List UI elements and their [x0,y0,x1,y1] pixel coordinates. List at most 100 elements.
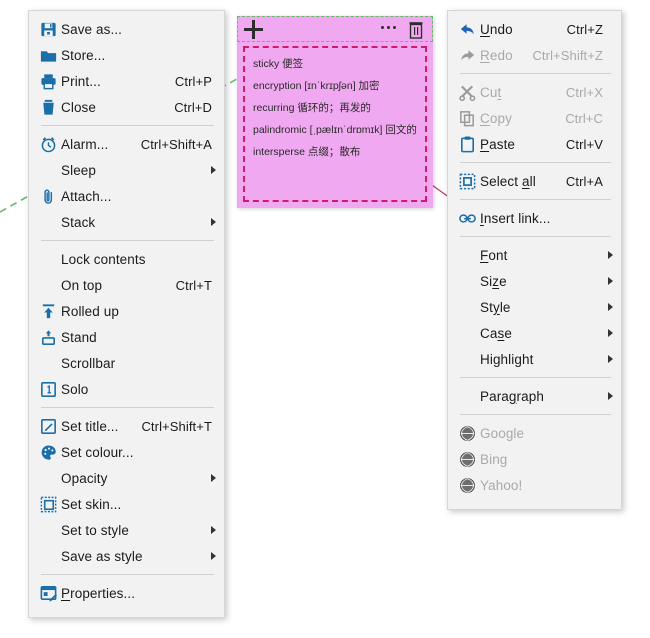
sticky-note-line: sticky 便签 [253,58,304,70]
menu-item-set-colour[interactable]: Set colour... [29,439,224,465]
palette-icon [35,441,61,463]
menu-item-scrollbar[interactable]: Scrollbar [29,350,224,376]
menu-separator [460,73,611,74]
chevron-right-icon [211,552,216,560]
menu-item-size[interactable]: Size [448,268,621,294]
menu-item-save-as-style[interactable]: Save as style [29,543,224,569]
menu-item-label: Set skin... [61,496,122,512]
menu-item-label: Rolled up [61,303,119,319]
menu-item-lock-contents[interactable]: Lock contents [29,246,224,272]
menu-item-solo[interactable]: Solo [29,376,224,402]
sticky-note-toolbar[interactable] [237,16,433,42]
globe-icon [454,448,480,470]
menu-item-font[interactable]: Font [448,242,621,268]
chevron-right-icon [608,329,613,337]
menu-item-label: On top [61,277,103,293]
menu-item-highlight[interactable]: Highlight [448,346,621,372]
chevron-right-icon [211,166,216,174]
menu-item-case[interactable]: Case [448,320,621,346]
trash-icon[interactable] [408,21,424,39]
sticky-note-body[interactable]: sticky 便签 encryption [ɪnˈkrɪpʃən] 加密 recur… [243,46,427,202]
menu-separator [41,407,214,408]
note-context-menu[interactable]: Save as... Store... Print... Ctrl+P Close Ctr… [28,10,225,618]
menu-item-opacity[interactable]: Opacity [29,465,224,491]
menu-item-label: Save as style [61,548,143,564]
menu-item-label: Set to style [61,522,129,538]
alarm-clock-icon [35,133,61,155]
menu-item-set-skin[interactable]: Set skin... [29,491,224,517]
link-icon [454,207,480,229]
menu-item-label: Set title... [61,418,119,434]
menu-item-sleep[interactable]: Sleep [29,157,224,183]
menu-item-attach[interactable]: Attach... [29,183,224,209]
menu-item-google: Google [448,420,621,446]
menu-item-label: Opacity [61,470,108,486]
ellipsis-icon[interactable] [381,26,396,29]
stand-icon [35,326,61,348]
menu-item-label: Solo [61,381,89,397]
menu-item-on-top[interactable]: On top Ctrl+T [29,272,224,298]
menu-item-print[interactable]: Print... Ctrl+P [29,68,224,94]
menu-item-stand[interactable]: Stand [29,324,224,350]
menu-item-label: Case [480,325,512,341]
pencil-square-icon [35,415,61,437]
menu-separator [460,162,611,163]
menu-item-yahoo: Yahoo! [448,472,621,498]
menu-item-shortcut: Ctrl+C [565,110,603,126]
chevron-right-icon [608,355,613,363]
menu-item-shortcut: Ctrl+Shift+A [140,136,212,152]
menu-item-save-as[interactable]: Save as... [29,16,224,42]
menu-item-label: Google [480,425,525,441]
undo-arrow-icon [454,18,480,40]
menu-item-label: Save as... [61,21,123,37]
menu-item-label: Properties... [61,585,136,601]
menu-item-rolled-up[interactable]: Rolled up [29,298,224,324]
folder-icon [35,44,61,66]
menu-item-label: Set colour... [61,444,134,460]
menu-item-paragraph[interactable]: Paragraph [448,383,621,409]
menu-separator [460,199,611,200]
chevron-right-icon [211,474,216,482]
properties-icon [35,582,61,604]
menu-separator [41,125,214,126]
menu-item-undo[interactable]: Undo Ctrl+Z [448,16,621,42]
menu-item-label: Stack [61,214,96,230]
text-context-menu[interactable]: Undo Ctrl+Z Redo Ctrl+Shift+Z Cut Ctrl+X Copy C… [447,10,622,510]
menu-separator [460,236,611,237]
menu-item-alarm[interactable]: Alarm... Ctrl+Shift+A [29,131,224,157]
menu-item-cut: Cut Ctrl+X [448,79,621,105]
paperclip-icon [35,185,61,207]
chevron-right-icon [608,277,613,285]
menu-item-shortcut: Ctrl+Z [566,21,603,37]
screenshot-stage: Save as... Store... Print... Ctrl+P Close Ctr… [0,0,650,638]
menu-item-select-all[interactable]: Select all Ctrl+A [448,168,621,194]
floppy-disk-icon [35,18,61,40]
menu-item-close[interactable]: Close Ctrl+D [29,94,224,120]
menu-item-properties[interactable]: Properties... [29,580,224,606]
menu-item-label: Store... [61,47,106,63]
trash-icon [35,96,61,118]
menu-item-style[interactable]: Style [448,294,621,320]
select-all-icon [454,170,480,192]
sticky-note-line: encryption [ɪnˈkrɪpʃən] 加密 [253,80,380,92]
menu-item-label: Yahoo! [480,477,523,493]
menu-item-bing: Bing [448,446,621,472]
plus-icon[interactable] [244,20,263,39]
menu-item-copy: Copy Ctrl+C [448,105,621,131]
menu-item-paste[interactable]: Paste Ctrl+V [448,131,621,157]
menu-item-shortcut: Ctrl+P [174,73,212,89]
chevron-right-icon [608,392,613,400]
menu-item-insert-link[interactable]: Insert link... [448,205,621,231]
menu-item-label: Copy [480,110,512,126]
menu-item-label: Undo [480,21,513,37]
menu-item-label: Attach... [61,188,112,204]
menu-item-label: Size [480,273,507,289]
menu-item-shortcut: Ctrl+D [174,99,212,115]
sticky-note[interactable]: sticky 便签 encryption [ɪnˈkrɪpʃən] 加密 recur… [237,16,433,208]
menu-item-stack[interactable]: Stack [29,209,224,235]
menu-item-store[interactable]: Store... [29,42,224,68]
menu-item-set-title[interactable]: Set title... Ctrl+Shift+T [29,413,224,439]
menu-item-label: Redo [480,47,513,63]
menu-item-set-to-style[interactable]: Set to style [29,517,224,543]
menu-separator [41,240,214,241]
